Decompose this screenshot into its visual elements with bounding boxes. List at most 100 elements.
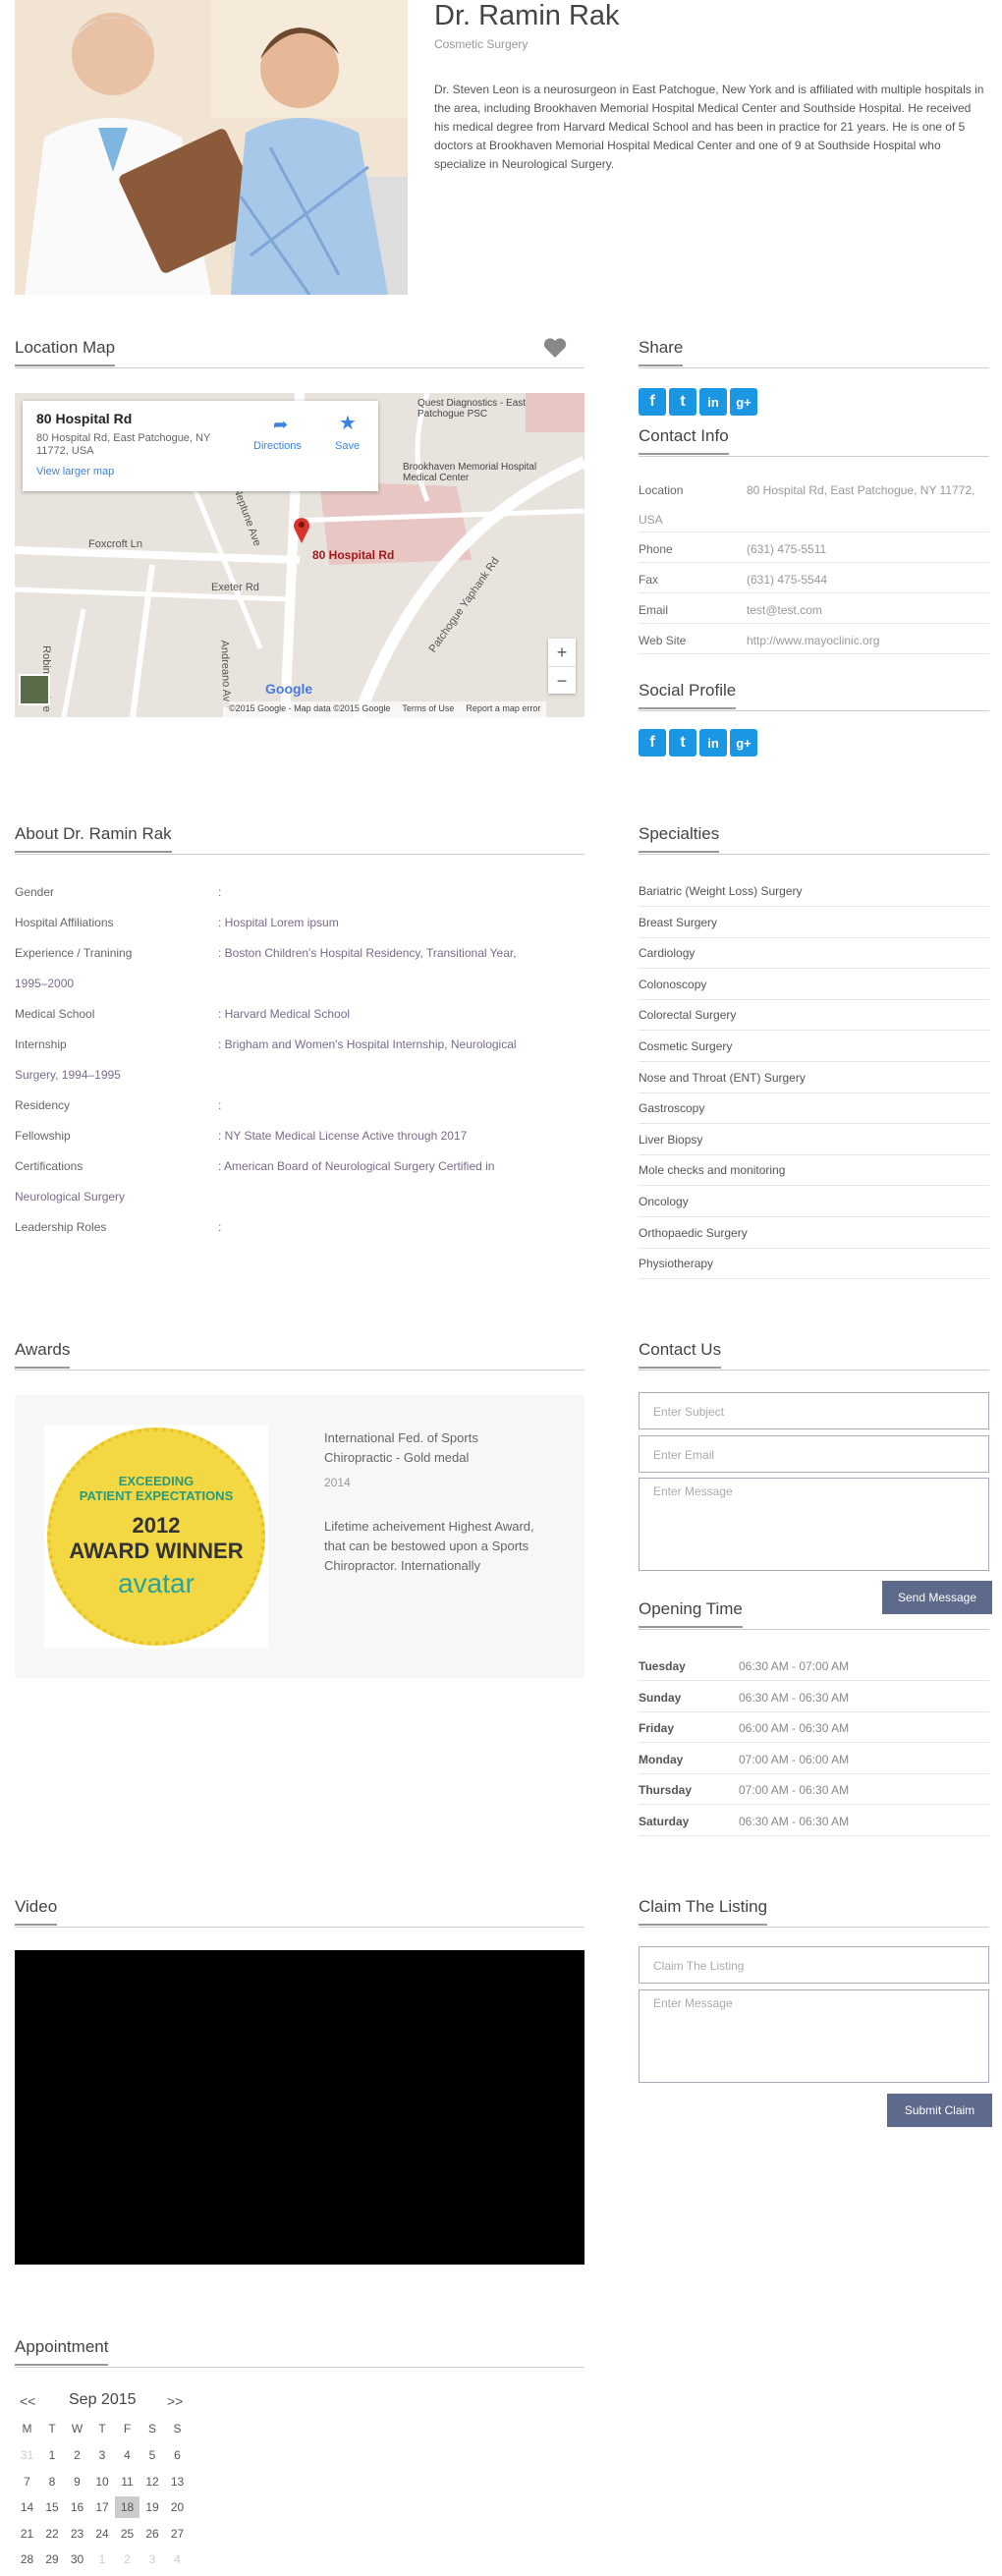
calendar-weekday: M [22,2422,32,2436]
about-label: Internship [15,1037,67,1051]
submit-claim-button[interactable]: Submit Claim [887,2094,992,2127]
calendar-day[interactable]: 15 [40,2496,65,2518]
map-satellite-thumb[interactable] [19,674,50,705]
specialty-item[interactable]: Orthopaedic Surgery [639,1218,989,1249]
award-name: International Fed. of Sports Chiropracti… [324,1430,478,1465]
calendar-day[interactable]: 9 [65,2471,89,2492]
calendar-day[interactable]: 2 [65,2444,89,2466]
specialty-item[interactable]: Liver Biopsy [639,1125,989,1155]
about-label: Medical School [15,1007,95,1021]
calendar-day[interactable]: 14 [15,2496,39,2518]
calendar-day[interactable]: 8 [40,2471,65,2492]
directions-icon[interactable]: ➦ [273,415,293,434]
contact-email-link[interactable]: test@test.com [747,603,822,617]
zoom-in-button[interactable]: + [548,639,576,666]
specialty-item[interactable]: Cosmetic Surgery [639,1032,989,1062]
map-marker-label: 80 Hospital Rd [312,548,395,562]
calendar-day[interactable]: 4 [115,2444,139,2466]
calendar-next-button[interactable]: >> [167,2393,183,2409]
about-row: Certifications : American Board of Neuro… [15,1150,584,1211]
share-icons: f t in g+ [639,388,757,416]
calendar-day[interactable]: 4 [165,2548,190,2570]
calendar-day[interactable]: 6 [165,2444,190,2466]
calendar-day[interactable]: 16 [65,2496,89,2518]
specialty-item[interactable]: Nose and Throat (ENT) Surgery [639,1063,989,1093]
calendar-day[interactable]: 27 [165,2523,190,2545]
video-player[interactable] [15,1950,584,2265]
calendar-day[interactable]: 22 [40,2523,65,2545]
map-marker-icon[interactable] [293,516,310,546]
calendar-day[interactable]: 21 [15,2523,39,2545]
linkedin-icon[interactable]: in [699,729,727,756]
calendar-day[interactable]: 30 [65,2548,89,2570]
about-value: : Harvard Medical School [218,1007,351,1021]
calendar-day[interactable]: 1 [90,2548,115,2570]
about-label: Experience / Tranining [15,946,133,960]
claim-message-textarea[interactable]: Enter Message [639,1989,989,2083]
specialty-item[interactable]: Colorectal Surgery [639,1000,989,1032]
calendar-weekday: S [147,2422,156,2436]
map-report-link[interactable]: Report a map error [466,703,540,715]
award-title-text: AWARD WINNER [69,1539,244,1563]
claim-listing-input[interactable]: Claim The Listing [639,1946,989,1984]
message-textarea[interactable]: Enter Message [639,1478,989,1571]
specialty-item[interactable]: Gastroscopy [639,1093,989,1125]
calendar-day[interactable]: 18 [115,2496,139,2518]
calendar-day[interactable]: 17 [90,2496,115,2518]
social-profile-icons: f t in g+ [639,729,757,756]
specialty-item[interactable]: Mole checks and monitoring [639,1155,989,1187]
calendar-day[interactable]: 3 [140,2548,165,2570]
specialty-item[interactable]: Bariatric (Weight Loss) Surgery [639,876,989,907]
calendar-day[interactable]: 26 [140,2523,165,2545]
map-terms-link[interactable]: Terms of Use [402,703,454,715]
calendar-day[interactable]: 2 [115,2548,139,2570]
opening-time-heading: Opening Time [639,1598,989,1630]
calendar-day[interactable]: 31 [15,2444,39,2466]
facebook-icon[interactable]: f [639,729,666,756]
save-link[interactable]: Save [335,440,360,452]
favorite-heart-icon[interactable] [543,337,567,361]
contact-row-location: Location 80 Hospital Rd, East Patchogue,… [639,474,989,532]
calendar-day[interactable]: 24 [90,2523,115,2545]
calendar-day[interactable]: 3 [90,2444,115,2466]
facebook-icon[interactable]: f [639,388,666,416]
calendar-day[interactable]: 12 [140,2471,165,2492]
about-label: Gender [15,885,55,899]
about-value: : [218,1098,222,1112]
calendar-day[interactable]: 1 [40,2444,65,2466]
calendar-day[interactable]: 20 [165,2496,190,2518]
map-street-label: Foxcroft Ln [88,538,143,550]
specialty-item[interactable]: Physiotherapy [639,1249,989,1280]
twitter-icon[interactable]: t [669,729,696,756]
directions-link[interactable]: Directions [253,440,302,452]
email-input[interactable]: Enter Email [639,1435,989,1473]
view-larger-map-link[interactable]: View larger map [36,466,114,477]
doctor-photo [15,0,408,295]
calendar-day[interactable]: 28 [15,2548,39,2570]
location-map[interactable]: Foxcroft Ln Exeter Rd Neptune Ave Patcho… [15,393,584,717]
specialty-item[interactable]: Breast Surgery [639,908,989,938]
subject-input[interactable]: Enter Subject [639,1392,989,1429]
specialty-item[interactable]: Cardiology [639,938,989,970]
zoom-out-button[interactable]: − [548,666,576,694]
calendar-day[interactable]: 25 [115,2523,139,2545]
twitter-icon[interactable]: t [669,388,696,416]
calendar-prev-button[interactable]: << [20,2393,35,2409]
calendar-day[interactable]: 13 [165,2471,190,2492]
calendar-day[interactable]: 19 [140,2496,165,2518]
calendar-day[interactable]: 7 [15,2471,39,2492]
contact-website-link[interactable]: http://www.mayoclinic.org [747,634,879,647]
calendar-day[interactable]: 10 [90,2471,115,2492]
google-plus-icon[interactable]: g+ [730,388,757,416]
calendar-day[interactable]: 29 [40,2548,65,2570]
calendar-day[interactable]: 11 [115,2471,139,2492]
specialty-item[interactable]: Oncology [639,1187,989,1217]
specialty-item[interactable]: Colonoscopy [639,970,989,1000]
linkedin-icon[interactable]: in [699,388,727,416]
calendar-day[interactable]: 23 [65,2523,89,2545]
awards-title: Awards [15,1339,71,1369]
google-plus-icon[interactable]: g+ [730,729,757,756]
contact-row-fax: Fax (631) 475-5544 [639,563,989,593]
calendar-day[interactable]: 5 [140,2444,165,2466]
save-star-icon[interactable]: ★ [339,411,357,435]
